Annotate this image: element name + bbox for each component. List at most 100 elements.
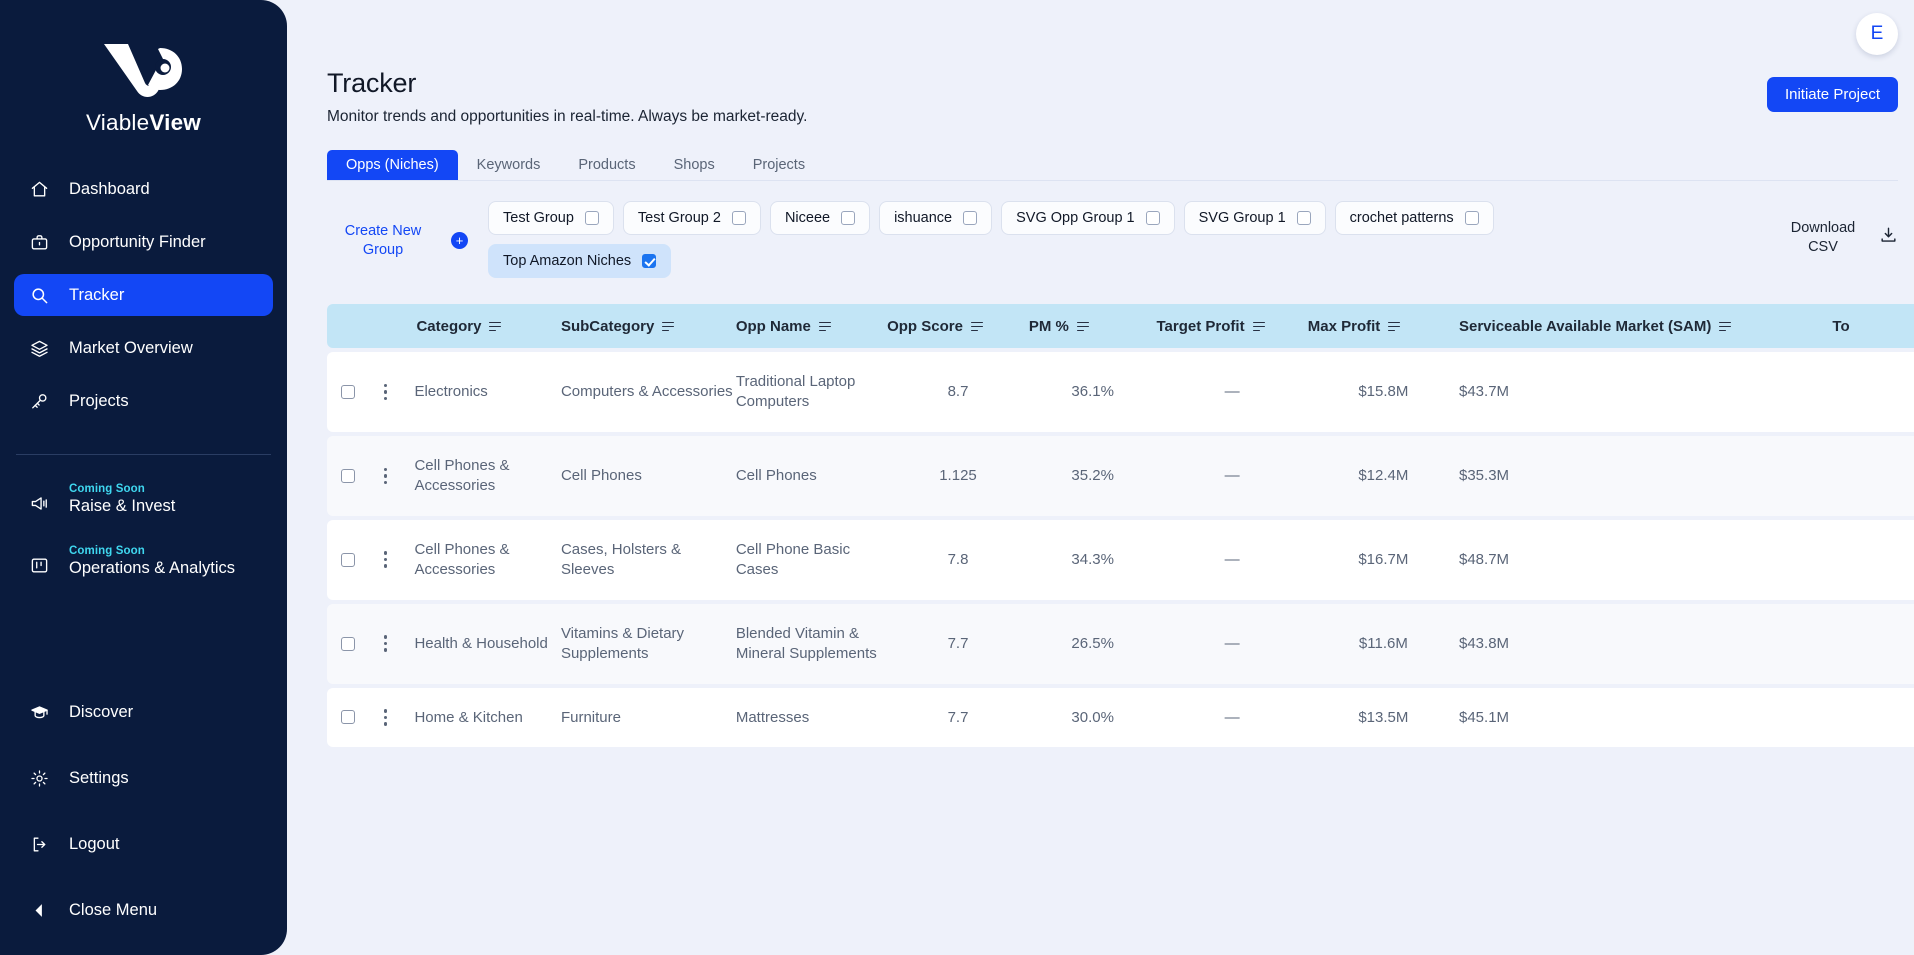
sidebar-item-label: Discover <box>69 703 133 722</box>
sidebar-item-operations-and-analytics[interactable]: Coming Soon Operations & Analytics <box>14 534 273 580</box>
column-header-pm-pct[interactable]: PM % <box>1029 304 1157 348</box>
cell-tam-truncated <box>1832 352 1914 432</box>
filter-icon[interactable] <box>1077 321 1089 332</box>
filter-icon[interactable] <box>1253 321 1265 332</box>
column-header-opp-name[interactable]: Opp Name <box>736 304 887 348</box>
row-checkbox[interactable] <box>341 469 355 483</box>
logout-icon <box>30 835 49 854</box>
tab-projects[interactable]: Projects <box>734 150 824 180</box>
cell-opp-name: Traditional Laptop Computers <box>736 352 887 432</box>
row-checkbox[interactable] <box>341 385 355 399</box>
group-chip-niceee[interactable]: Niceee <box>770 201 870 235</box>
group-chip-svg-group-1[interactable]: SVG Group 1 <box>1184 201 1326 235</box>
cell-opp-name: Blended Vitamin & Mineral Supplements <box>736 604 887 684</box>
opportunities-table-container[interactable]: Category SubCategory Opp Name Opp Score <box>327 300 1914 751</box>
brand: ViableView <box>0 0 287 154</box>
filter-icon[interactable] <box>489 321 501 332</box>
sidebar-item-opportunity-finder[interactable]: Opportunity Finder <box>14 221 273 263</box>
table-row[interactable]: Cell Phones & Accessories Cell Phones Ce… <box>327 436 1914 516</box>
caret-left-icon <box>30 901 49 920</box>
sidebar-item-market-overview[interactable]: Market Overview <box>14 327 273 369</box>
group-chip-checkbox[interactable] <box>732 211 746 225</box>
cell-tam-truncated <box>1832 688 1914 748</box>
group-chip-ishuance[interactable]: ishuance <box>879 201 992 235</box>
cell-max-profit: $13.5M <box>1308 688 1459 748</box>
close-menu-button[interactable]: Close Menu <box>14 889 273 931</box>
row-select-cell <box>327 520 384 600</box>
group-chip-test-group[interactable]: Test Group <box>488 201 614 235</box>
group-chip-checkbox[interactable] <box>1297 211 1311 225</box>
group-chip-checkbox[interactable] <box>1146 211 1160 225</box>
filter-icon[interactable] <box>971 321 983 332</box>
table-row[interactable]: Health & Household Vitamins & Dietary Su… <box>327 604 1914 684</box>
column-header-opp-score[interactable]: Opp Score <box>887 304 1029 348</box>
group-chip-top-amazon-niches[interactable]: Top Amazon Niches <box>488 244 671 278</box>
download-csv-button[interactable]: Download CSV <box>1785 219 1898 256</box>
table-row[interactable]: Cell Phones & Accessories Cases, Holster… <box>327 520 1914 600</box>
brand-name-light: Viable <box>86 110 149 135</box>
column-header-target-profit[interactable]: Target Profit <box>1157 304 1308 348</box>
kebab-menu-icon[interactable] <box>384 551 388 568</box>
cell-target-profit: — <box>1157 604 1308 684</box>
filter-icon[interactable] <box>1388 321 1400 332</box>
column-header-category[interactable]: Category <box>414 304 561 348</box>
group-chip-checkbox[interactable] <box>585 211 599 225</box>
column-header-label: Opp Score <box>887 318 963 335</box>
group-chip-crochet-patterns[interactable]: crochet patterns <box>1335 201 1494 235</box>
filter-icon[interactable] <box>1719 321 1731 332</box>
column-header-sam[interactable]: Serviceable Available Market (SAM) <box>1459 304 1832 348</box>
table-row[interactable]: Electronics Computers & Accessories Trad… <box>327 352 1914 432</box>
column-header-max-profit[interactable]: Max Profit <box>1308 304 1459 348</box>
sidebar-item-raise-and-invest[interactable]: Coming Soon Raise & Invest <box>14 472 273 518</box>
tab-keywords[interactable]: Keywords <box>458 150 560 180</box>
brand-name-bold: View <box>149 110 201 135</box>
tab-shops[interactable]: Shops <box>655 150 734 180</box>
cell-opp-score: 7.7 <box>887 604 1029 684</box>
filter-icon[interactable] <box>819 321 831 332</box>
row-checkbox[interactable] <box>341 553 355 567</box>
group-chip-svg-opp-group-1[interactable]: SVG Opp Group 1 <box>1001 201 1174 235</box>
kebab-menu-icon[interactable] <box>384 468 388 485</box>
column-header-tam-truncated[interactable]: To <box>1832 304 1914 348</box>
group-chip-label: Niceee <box>785 210 830 226</box>
sidebar: ViableView Dashboard Opportunity Finder … <box>0 0 287 955</box>
group-chip-checkbox[interactable] <box>841 211 855 225</box>
row-checkbox[interactable] <box>341 637 355 651</box>
plus-icon[interactable]: + <box>451 232 468 249</box>
filter-icon[interactable] <box>662 321 674 332</box>
column-header-label: Serviceable Available Market (SAM) <box>1459 318 1711 335</box>
cell-subcategory: Computers & Accessories <box>561 352 736 432</box>
page-title: Tracker <box>327 68 1914 99</box>
cell-pm-pct: 35.2% <box>1029 436 1157 516</box>
sidebar-item-settings[interactable]: Settings <box>14 757 273 799</box>
group-chip-checkbox[interactable] <box>642 254 656 268</box>
cell-category: Cell Phones & Accessories <box>414 436 561 516</box>
tab-opps-niches[interactable]: Opps (Niches) <box>327 150 458 180</box>
table-row[interactable]: Home & Kitchen Furniture Mattresses 7.7 … <box>327 688 1914 748</box>
sidebar-item-logout[interactable]: Logout <box>14 823 273 865</box>
avatar[interactable]: E <box>1856 13 1898 55</box>
kebab-menu-icon[interactable] <box>384 709 388 726</box>
row-checkbox[interactable] <box>341 710 355 724</box>
group-chip-checkbox[interactable] <box>963 211 977 225</box>
sidebar-item-dashboard[interactable]: Dashboard <box>14 168 273 210</box>
column-header-label: Max Profit <box>1308 318 1381 335</box>
sidebar-item-projects[interactable]: Projects <box>14 380 273 422</box>
sidebar-item-tracker[interactable]: Tracker <box>14 274 273 316</box>
tab-products[interactable]: Products <box>559 150 654 180</box>
group-chip-test-group-2[interactable]: Test Group 2 <box>623 201 761 235</box>
cell-category: Electronics <box>414 352 561 432</box>
sidebar-item-discover[interactable]: Discover <box>14 691 273 733</box>
table-head: Category SubCategory Opp Name Opp Score <box>327 304 1914 348</box>
row-select-cell <box>327 436 384 516</box>
initiate-project-button[interactable]: Initiate Project <box>1767 77 1898 112</box>
cell-opp-name: Cell Phones <box>736 436 887 516</box>
kebab-menu-icon[interactable] <box>384 635 388 652</box>
sidebar-item-label: Market Overview <box>69 339 193 358</box>
cell-tam-truncated <box>1832 436 1914 516</box>
group-chip-checkbox[interactable] <box>1465 211 1479 225</box>
kebab-menu-icon[interactable] <box>384 384 388 401</box>
cell-subcategory: Cases, Holsters & Sleeves <box>561 520 736 600</box>
create-new-group-link[interactable]: Create New Group <box>327 201 439 259</box>
column-header-subcategory[interactable]: SubCategory <box>561 304 736 348</box>
